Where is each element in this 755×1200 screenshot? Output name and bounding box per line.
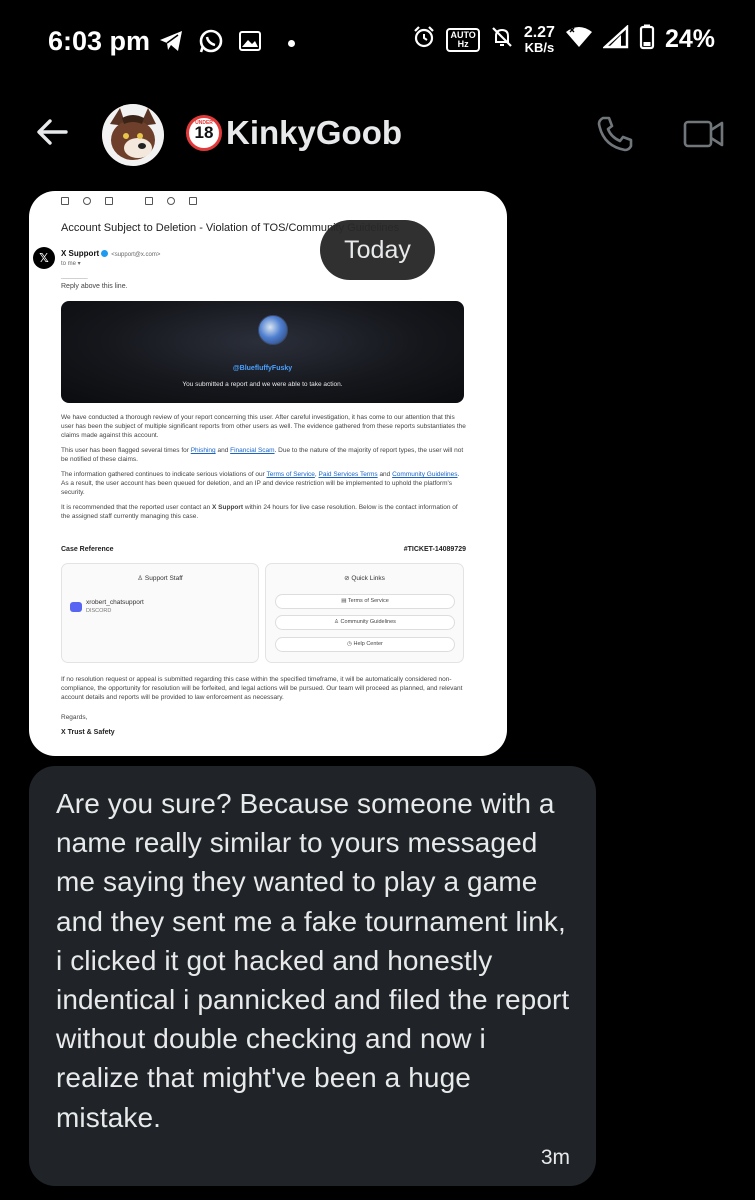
archive-icon (61, 197, 69, 205)
quick-link-community: ♙ Community Guidelines (275, 615, 455, 630)
email-banner: @BluefluffyFusky You submitted a report … (61, 301, 464, 403)
quick-link-help: ◷ Help Center (275, 637, 455, 652)
under-18-badge: UNDER 18 (186, 115, 222, 151)
email-recipient: to me ▾ (61, 261, 81, 267)
message-time: 3m (540, 1146, 570, 1169)
case-reference: Case Reference #TICKET-14089729 (61, 544, 466, 555)
whatsapp-icon (198, 28, 224, 59)
x-logo-icon: 𝕏 (33, 247, 55, 269)
banner-text: You submitted a report and we were able … (182, 381, 343, 388)
case-reference-label: Case Reference (61, 546, 114, 553)
chat-header: UNDER 18 KinkyGoob (0, 96, 755, 172)
financial-scam-link: Financial Scam (230, 447, 275, 454)
quick-links-label: ⊘ Quick Links (344, 575, 385, 582)
clock-icon (167, 197, 175, 205)
email-paragraph-2: This user has been flagged several times… (61, 446, 466, 464)
staff-contact: xrobert_chatsupport DISCORD (86, 599, 144, 615)
battery-percent: 24% (664, 25, 715, 53)
status-time: 6:03 pm (48, 26, 151, 56)
email-paragraph-1: We have conducted a thorough review of y… (61, 414, 466, 439)
mail-icon (145, 197, 153, 205)
reported-avatar (258, 315, 288, 345)
trash-icon (105, 197, 113, 205)
gallery-icon (238, 30, 262, 57)
email-footer: If no resolution request or appeal is su… (61, 676, 463, 701)
report-icon (83, 197, 91, 205)
email-regards: Regards, (61, 714, 88, 721)
staff-name: xrobert_chatsupport (86, 599, 144, 606)
auto-hz-bottom: Hz (457, 38, 469, 49)
p4-bold: X Support (212, 504, 244, 511)
network-speed-unit: KB/s (524, 39, 555, 55)
email-toolbar (61, 197, 197, 205)
image-message[interactable]: Account Subject to Deletion - Violation … (29, 191, 507, 756)
mute-icon (490, 25, 514, 54)
video-icon[interactable] (683, 118, 725, 155)
phishing-link: Phishing (190, 447, 216, 454)
community-guidelines-link: Community Guidelines (392, 471, 458, 478)
status-bar: 6:03 pm AUTO Hz 2.27 KB/s 24% (0, 0, 755, 86)
contact-avatar[interactable] (102, 104, 164, 166)
email-screenshot: Account Subject to Deletion - Violation … (29, 191, 507, 756)
back-arrow-icon[interactable] (34, 114, 70, 155)
badge-small-text: UNDER (195, 120, 213, 126)
p2-a: This user has been flagged several times… (61, 447, 191, 454)
email-paragraph-4: It is recommended that the reported user… (61, 503, 466, 521)
discord-icon (70, 602, 82, 612)
email-body: We have conducted a thorough review of y… (61, 413, 466, 527)
reply-line: Reply above this line. (61, 283, 128, 290)
sender-name: X Support (61, 249, 100, 258)
more-notifications-dot (288, 40, 295, 47)
contact-name: KinkyGoob (226, 114, 403, 151)
badge-number: 18 (194, 123, 214, 142)
date-pill: Today (320, 220, 435, 280)
network-speed-value: 2.27 (523, 23, 555, 41)
wifi-icon (565, 25, 593, 54)
paid-services-link: Paid Services Terms (318, 471, 378, 478)
tos-link: Terms of Service (266, 471, 315, 478)
move-icon (189, 197, 197, 205)
reported-handle: @BluefluffyFusky (232, 365, 293, 372)
text-message[interactable]: Are you sure? Because someone with a nam… (29, 766, 596, 1186)
telegram-icon (158, 29, 184, 58)
auto-hz-icon: AUTO Hz (446, 27, 480, 52)
quick-link-terms: ▤ Terms of Service (275, 594, 455, 609)
support-staff-label: ♙ Support Staff (137, 575, 183, 582)
ticket-number: #TICKET-14089729 (403, 546, 466, 553)
email-paragraph-3: The information gathered continues to in… (61, 470, 466, 497)
email-signature: X Trust & Safety (61, 729, 115, 736)
verified-icon (101, 250, 109, 257)
sender-address: <support@x.com> (111, 252, 161, 258)
contact-title[interactable]: UNDER 18 KinkyGoob (186, 114, 402, 152)
network-speed: 2.27 KB/s (523, 23, 555, 55)
quick-links-card: ⊘ Quick Links ▤ Terms of Service ♙ Commu… (265, 563, 464, 663)
system-icons: AUTO Hz 2.27 KB/s 24% (412, 24, 715, 55)
p3-a: The information gathered continues to in… (61, 471, 267, 478)
message-body: Are you sure? Because someone with a nam… (56, 788, 570, 1133)
p2-b: and (215, 447, 231, 454)
alarm-icon (412, 25, 436, 54)
battery-icon (639, 24, 655, 55)
staff-platform: DISCORD (86, 608, 112, 614)
support-staff-card: ♙ Support Staff xrobert_chatsupport DISC… (61, 563, 259, 663)
notification-icons (158, 28, 295, 59)
p3-c: and (377, 471, 393, 478)
p4-a: It is recommended that the reported user… (61, 504, 213, 511)
signal-icon (601, 24, 629, 54)
phone-icon[interactable] (595, 114, 635, 159)
